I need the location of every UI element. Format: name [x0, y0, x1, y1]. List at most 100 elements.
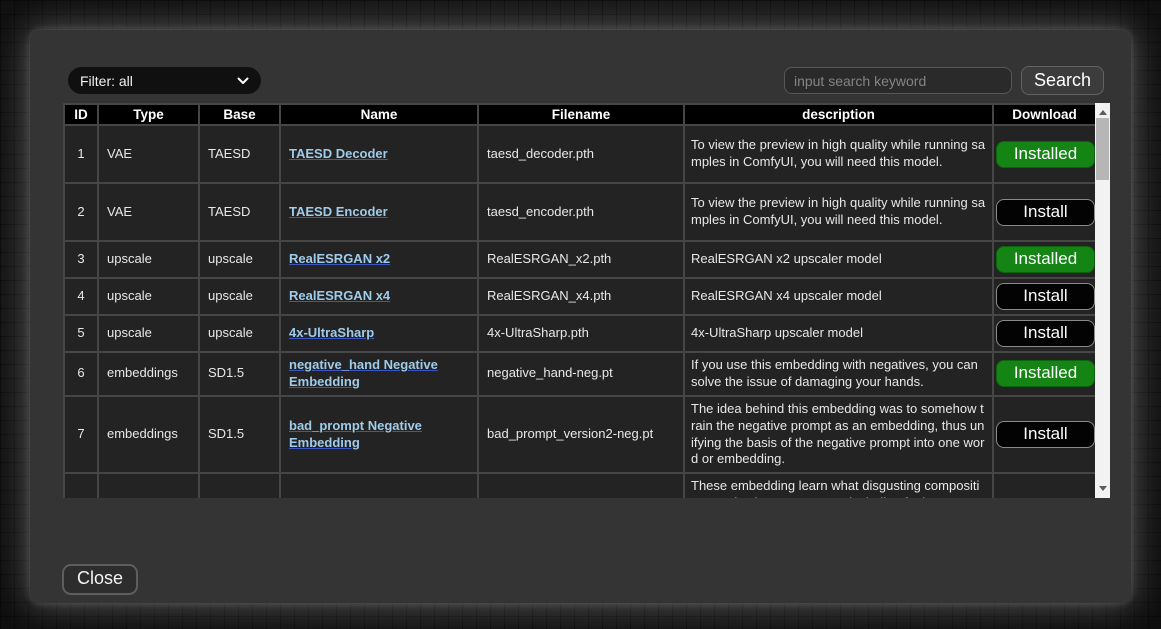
scrollbar-thumb[interactable] [1096, 118, 1109, 180]
cell-filename: RealESRGAN_x4.pth [478, 278, 684, 315]
model-name-link[interactable]: RealESRGAN x2 [289, 251, 390, 266]
filter-select-value: Filter: all [80, 73, 133, 89]
cell-description: The idea behind this embedding was to so… [684, 396, 993, 474]
cell-id: 7 [64, 396, 98, 474]
cell-id: 6 [64, 352, 98, 396]
column-header-filename: Filename [478, 104, 684, 125]
table-row: 4 upscale upscale RealESRGAN x4 RealESRG… [64, 278, 1096, 315]
table-header-row: ID Type Base Name Filename description D… [64, 104, 1096, 125]
download-button[interactable]: Installed [996, 141, 1095, 168]
cell-description: RealESRGAN x2 upscaler model [684, 241, 993, 278]
close-button[interactable]: Close [62, 564, 138, 595]
cell-description: These embedding learn what disgusting co… [684, 473, 993, 498]
table-row: 3 upscale upscale RealESRGAN x2 RealESRG… [64, 241, 1096, 278]
table-body: 1 VAE TAESD TAESD Decoder taesd_decoder.… [64, 125, 1096, 498]
cell-base: TAESD [199, 183, 280, 241]
cell-filename: taesd_encoder.pth [478, 183, 684, 241]
cell-description: RealESRGAN x4 upscaler model [684, 278, 993, 315]
filter-select[interactable]: Filter: all [68, 67, 261, 94]
cell-type [98, 473, 199, 498]
cell-description: If you use this embedding with negatives… [684, 352, 993, 396]
model-manager-dialog: Filter: all Search ID Type Base Name Fil… [30, 30, 1131, 603]
cell-download: Install [993, 315, 1096, 352]
cell-type: VAE [98, 125, 199, 183]
cell-type: embeddings [98, 352, 199, 396]
cell-name: negative_hand Negative Embedding [280, 352, 478, 396]
cell-name: RealESRGAN x2 [280, 241, 478, 278]
model-name-link[interactable]: TAESD Encoder [289, 204, 388, 219]
table-row: These embedding learn what disgusting co… [64, 473, 1096, 498]
table-row: 1 VAE TAESD TAESD Decoder taesd_decoder.… [64, 125, 1096, 183]
table-row: 5 upscale upscale 4x-UltraSharp 4x-Ultra… [64, 315, 1096, 352]
table-row: 2 VAE TAESD TAESD Encoder taesd_encoder.… [64, 183, 1096, 241]
cell-id: 1 [64, 125, 98, 183]
model-name-link[interactable]: negative_hand Negative Embedding [289, 357, 438, 389]
cell-filename: 4x-UltraSharp.pth [478, 315, 684, 352]
cell-id: 2 [64, 183, 98, 241]
cell-type: VAE [98, 183, 199, 241]
cell-download: Install [993, 396, 1096, 474]
model-table-wrap: ID Type Base Name Filename description D… [63, 103, 1110, 498]
cell-download: Installed [993, 241, 1096, 278]
model-name-link[interactable]: 4x-UltraSharp [289, 325, 374, 340]
cell-id: 4 [64, 278, 98, 315]
search-button[interactable]: Search [1021, 66, 1104, 95]
search-area: Search [784, 66, 1104, 95]
download-button[interactable]: Installed [996, 360, 1095, 387]
cell-filename [478, 473, 684, 498]
column-header-base: Base [199, 104, 280, 125]
download-button[interactable]: Install [996, 421, 1095, 448]
cell-id [64, 473, 98, 498]
column-header-id: ID [64, 104, 98, 125]
cell-name [280, 473, 478, 498]
cell-filename: taesd_decoder.pth [478, 125, 684, 183]
cell-download: Install [993, 278, 1096, 315]
cell-name: bad_prompt Negative Embedding [280, 396, 478, 474]
cell-download [993, 473, 1096, 498]
column-header-name: Name [280, 104, 478, 125]
model-name-link[interactable]: RealESRGAN x4 [289, 288, 390, 303]
download-button[interactable]: Install [996, 199, 1095, 226]
cell-type: upscale [98, 278, 199, 315]
cell-id: 5 [64, 315, 98, 352]
cell-type: upscale [98, 241, 199, 278]
model-name-link[interactable]: TAESD Decoder [289, 146, 388, 161]
cell-download: Installed [993, 352, 1096, 396]
search-input[interactable] [784, 67, 1012, 94]
cell-name: RealESRGAN x4 [280, 278, 478, 315]
cell-type: upscale [98, 315, 199, 352]
cell-base: upscale [199, 315, 280, 352]
cell-filename: negative_hand-neg.pt [478, 352, 684, 396]
cell-base: upscale [199, 241, 280, 278]
column-header-type: Type [98, 104, 199, 125]
download-button[interactable]: Install [996, 320, 1095, 347]
cell-download: Installed [993, 125, 1096, 183]
download-button[interactable]: Installed [996, 246, 1095, 273]
chevron-down-icon [237, 77, 249, 85]
scroll-up-icon[interactable] [1099, 110, 1107, 115]
cell-base: TAESD [199, 125, 280, 183]
cell-base: SD1.5 [199, 352, 280, 396]
cell-type: embeddings [98, 396, 199, 474]
table-row: 6 embeddings SD1.5 negative_hand Negativ… [64, 352, 1096, 396]
cell-base: upscale [199, 278, 280, 315]
model-name-link[interactable]: bad_prompt Negative Embedding [289, 418, 422, 450]
cell-description: To view the preview in high quality whil… [684, 183, 993, 241]
cell-name: 4x-UltraSharp [280, 315, 478, 352]
cell-base: SD1.5 [199, 396, 280, 474]
table-scrollbar[interactable] [1095, 103, 1110, 498]
scroll-down-icon[interactable] [1099, 486, 1107, 491]
cell-name: TAESD Decoder [280, 125, 478, 183]
cell-filename: RealESRGAN_x2.pth [478, 241, 684, 278]
cell-description: 4x-UltraSharp upscaler model [684, 315, 993, 352]
cell-filename: bad_prompt_version2-neg.pt [478, 396, 684, 474]
column-header-description: description [684, 104, 993, 125]
cell-base [199, 473, 280, 498]
column-header-download: Download [993, 104, 1096, 125]
cell-description: To view the preview in high quality whil… [684, 125, 993, 183]
cell-id: 3 [64, 241, 98, 278]
model-table: ID Type Base Name Filename description D… [63, 103, 1097, 498]
download-button[interactable]: Install [996, 283, 1095, 310]
cell-name: TAESD Encoder [280, 183, 478, 241]
table-row: 7 embeddings SD1.5 bad_prompt Negative E… [64, 396, 1096, 474]
